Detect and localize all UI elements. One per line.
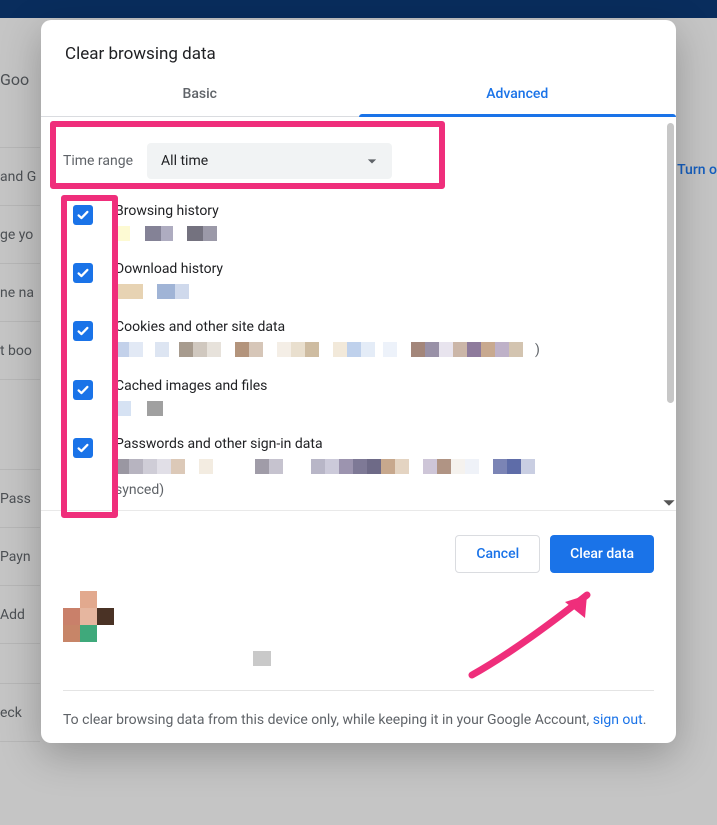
cancel-button[interactable]: Cancel	[455, 535, 540, 573]
option-title: Download history	[115, 261, 656, 277]
time-range-label: Time range	[63, 153, 133, 169]
option-title: Passwords and other sign-in data	[115, 436, 656, 452]
redacted-text	[115, 226, 656, 241]
tab-bar: Basic Advanced	[41, 74, 676, 117]
option-title: Cookies and other site data	[115, 319, 656, 335]
option-passwords: Passwords and other sign-in data synced)	[57, 430, 656, 504]
divider	[63, 690, 654, 691]
clear-browsing-data-dialog: Clear browsing data Basic Advanced Time …	[41, 20, 676, 743]
checkbox-cached[interactable]	[73, 380, 93, 400]
sign-out-note: To clear browsing data from this device …	[63, 709, 654, 731]
dialog-bottom-extra: To clear browsing data from this device …	[41, 591, 676, 743]
checkbox-download-history[interactable]	[73, 263, 93, 283]
redacted-text	[115, 459, 656, 474]
time-range-value: All time	[161, 153, 208, 169]
redacted-text	[115, 401, 656, 416]
checkbox-cookies[interactable]	[73, 321, 93, 341]
option-download-history: Download history	[57, 255, 656, 313]
redacted-profile-pic	[63, 591, 113, 641]
dialog-title: Clear browsing data	[41, 20, 676, 74]
time-range-select[interactable]: All time	[147, 143, 392, 179]
dialog-scroll-area: Time range All time Browsing history	[41, 117, 676, 510]
option-browsing-history: Browsing history	[57, 197, 656, 255]
scroll-down-icon[interactable]	[662, 496, 676, 510]
redacted-text: )	[115, 342, 656, 358]
clear-data-button[interactable]: Clear data	[550, 535, 654, 573]
dialog-footer: Cancel Clear data	[41, 511, 676, 591]
chevron-down-icon	[362, 151, 382, 171]
tab-advanced[interactable]: Advanced	[359, 74, 677, 116]
redacted-text	[253, 651, 271, 666]
checkbox-passwords[interactable]	[73, 438, 93, 458]
option-cookies: Cookies and other site data )	[57, 313, 656, 372]
time-range-row: Time range All time	[57, 131, 656, 197]
modal-overlay: Clear browsing data Basic Advanced Time …	[0, 0, 717, 825]
option-title: Cached images and files	[115, 378, 656, 394]
checkbox-browsing-history[interactable]	[73, 205, 93, 225]
sign-out-link[interactable]: sign out	[593, 712, 643, 728]
redacted-text	[115, 284, 656, 299]
option-title: Browsing history	[115, 203, 656, 219]
option-cached: Cached images and files	[57, 372, 656, 430]
option-subtext: synced)	[115, 482, 656, 498]
scrollbar[interactable]	[667, 123, 674, 403]
tab-basic[interactable]: Basic	[41, 74, 359, 116]
